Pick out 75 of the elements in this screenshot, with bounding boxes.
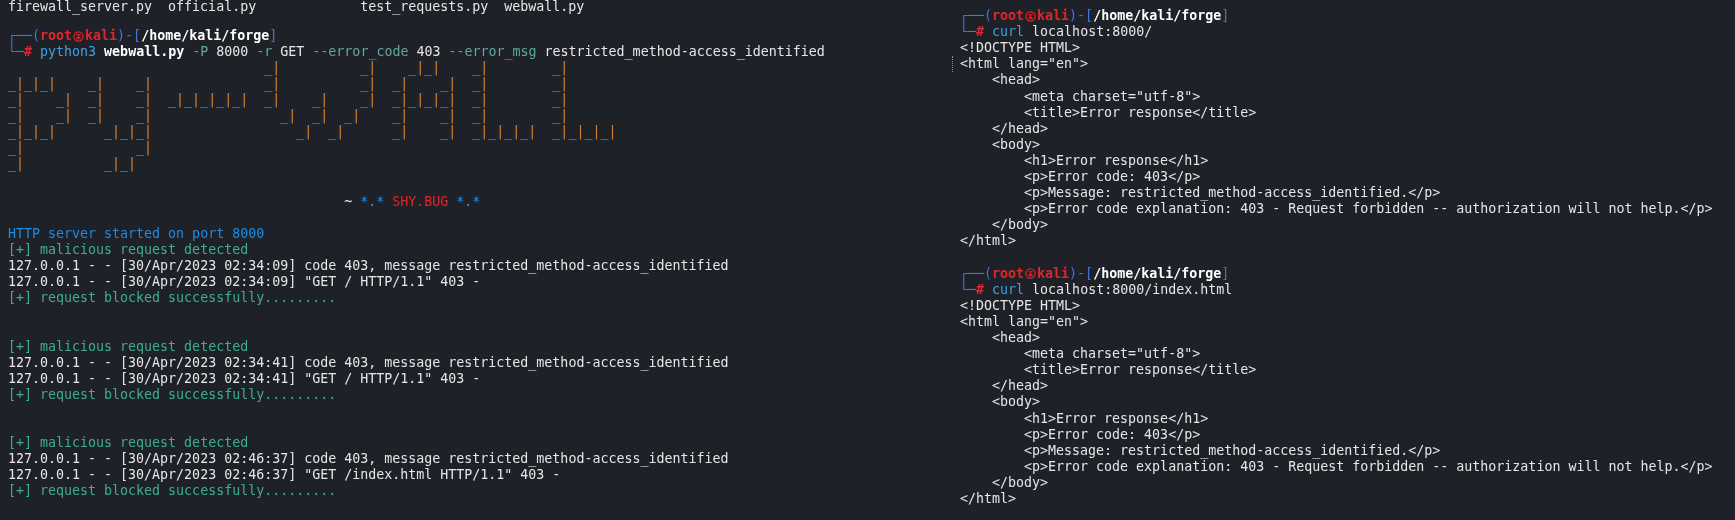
prompt-frame: ┌──( xyxy=(8,28,41,44)
output-line: <html lang="en"> xyxy=(952,56,1735,73)
output-line: <p>Message: restricted_method-access_identified.</p> xyxy=(1023,185,1442,202)
command-text: python3 webwall.py -P 8000 -r GET --error_code 403 --error_msg restricted_method-access_identified xyxy=(40,44,825,60)
log-line: 127.0.0.1 - - [30/Apr/2023 02:34:41] code 403, message restricted_method-access_identified xyxy=(8,354,730,371)
output-line: </head> xyxy=(991,120,1050,137)
prompt-host: kali xyxy=(1037,265,1070,281)
output-line: </html> xyxy=(960,491,1018,508)
output-line: <meta charset="utf-8"> xyxy=(1023,346,1202,363)
prompt-path: /home/kali/forge xyxy=(141,28,270,44)
command-text: curl localhost:8000/ xyxy=(992,24,1153,40)
prompt-frame: )-[ xyxy=(117,28,142,44)
ascii-art-text: _| _| _|_| _| _| _|_|_| _| _| _| _| _| _| _| _| _| _| _| _| _|_|_|_|_| _| _| _| _|_|_|_| _| _| _| _| _| _| _| _| _| _| _| _| _| _|_|_| _|_|_| _| _| _| _| _|_|_|_| _|_|_|_| _| _| _| _|_| xyxy=(8,60,617,172)
prompt-symbol: # xyxy=(976,281,985,297)
prompt-symbol: # xyxy=(976,24,985,40)
prompt-frame: └─ xyxy=(960,281,976,297)
command-text: curl localhost:8000/index.html xyxy=(992,281,1233,297)
prompt-frame: └─ xyxy=(960,24,976,40)
log-line: 127.0.0.1 - - [30/Apr/2023 02:34:09] "GET / HTTP/1.1" 403 - xyxy=(8,274,482,291)
log-line: 127.0.0.1 - - [30/Apr/2023 02:34:41] "GET / HTTP/1.1" 403 - xyxy=(8,370,481,387)
banner-tagline: ~ *.* SHY.BUG *.* xyxy=(344,193,481,209)
prompt-frame: ┌──( xyxy=(960,265,993,281)
file-name: firewall_server.py xyxy=(8,0,153,14)
output-line: <html lang="en"> xyxy=(960,313,1090,331)
prompt-host: kali xyxy=(85,28,118,44)
output-line: </body> xyxy=(991,474,1050,491)
prompt-frame: ] xyxy=(1221,265,1230,281)
file-name: official.py xyxy=(168,0,257,14)
prompt-path: /home/kali/forge xyxy=(1093,8,1222,23)
output-line: <p>Error code explanation: 403 - Request forbidden -- authorization will not help.</p> xyxy=(1023,201,1714,218)
file-name: webwall.py xyxy=(504,0,585,14)
log-line: 127.0.0.1 - - [30/Apr/2023 02:34:09] code 403, message restricted_method-access_identified xyxy=(8,258,730,275)
output-line: <head> xyxy=(991,72,1042,89)
status-message: [+] malicious request detected xyxy=(8,242,250,259)
server-message: HTTP server started on port 8000 xyxy=(8,225,265,243)
prompt-user: root xyxy=(40,28,73,44)
output-line: <!DOCTYPE HTML> xyxy=(960,40,1082,57)
output-line: <p>Error code: 403</p> xyxy=(1023,426,1202,443)
output-line: <title>Error response</title> xyxy=(1023,104,1258,121)
status-message: [+] request blocked successfully......... xyxy=(8,386,338,403)
log-line: 127.0.0.1 - - [30/Apr/2023 02:46:37] "GET /index.html HTTP/1.1" 403 - xyxy=(8,467,562,484)
file-name: test_requests.py xyxy=(360,0,489,14)
output-line: </head> xyxy=(991,378,1050,395)
output-line: <title>Error response</title> xyxy=(1023,362,1258,379)
output-line: <head> xyxy=(991,330,1042,347)
prompt-frame: ] xyxy=(1221,8,1230,23)
output-line: <meta charset="utf-8"> xyxy=(1023,88,1202,105)
prompt-host: kali xyxy=(1037,8,1070,23)
status-message: [+] malicious request detected xyxy=(8,338,250,355)
circled-symbol-icon xyxy=(1025,10,1037,22)
prompt-symbol: # xyxy=(24,44,33,60)
status-message: [+] malicious request detected xyxy=(8,435,250,452)
prompt-path: /home/kali/forge xyxy=(1093,265,1222,281)
output-line: </html> xyxy=(960,233,1018,250)
prompt-user: root xyxy=(992,8,1025,23)
output-line: <p>Error code explanation: 403 - Request forbidden -- authorization will not help.</p> xyxy=(1023,458,1714,475)
circled-symbol-icon xyxy=(73,30,85,42)
prompt-frame: └─ xyxy=(8,44,24,60)
prompt-frame: ] xyxy=(269,28,278,44)
status-message: [+] request blocked successfully......... xyxy=(8,290,338,307)
status-message: [+] request blocked successfully......... xyxy=(8,483,338,500)
prompt-user: root xyxy=(992,265,1025,281)
output-line: <h1>Error response</h1> xyxy=(1023,410,1210,427)
output-line: <p>Error code: 403</p> xyxy=(1023,169,1202,186)
output-line: <body> xyxy=(991,394,1042,411)
prompt-frame: )-[ xyxy=(1069,8,1094,23)
circled-symbol-icon xyxy=(1025,268,1037,280)
output-line: <!DOCTYPE HTML> xyxy=(960,297,1082,314)
prompt-frame: ┌──( xyxy=(960,8,993,23)
prompt-frame: )-[ xyxy=(1069,265,1094,281)
output-line: <body> xyxy=(991,136,1042,153)
output-line: <h1>Error response</h1> xyxy=(1023,152,1210,170)
log-line: 127.0.0.1 - - [30/Apr/2023 02:46:37] code 403, message restricted_method-access_identified xyxy=(8,451,730,468)
output-line: </body> xyxy=(991,217,1050,234)
output-line: <p>Message: restricted_method-access_identified.</p> xyxy=(1023,442,1442,459)
